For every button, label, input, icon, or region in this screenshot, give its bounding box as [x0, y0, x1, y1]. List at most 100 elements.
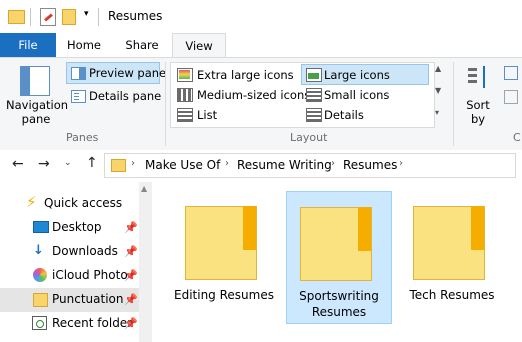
- breadcrumb[interactable]: Resume Writing: [237, 158, 332, 172]
- chevron-right-icon[interactable]: ›: [131, 158, 135, 169]
- layout-label: Details: [324, 108, 364, 122]
- scroll-up-icon[interactable]: ▲: [141, 184, 147, 193]
- icloud-photos-icon: [33, 268, 47, 282]
- recent-locations-icon[interactable]: ⌄: [64, 158, 72, 168]
- large-icons-icon: [306, 68, 322, 82]
- up-icon[interactable]: ↑: [86, 155, 98, 171]
- address-bar[interactable]: › Make Use Of › Resume Writing › Resumes…: [104, 153, 516, 178]
- tab-file[interactable]: File: [0, 33, 56, 57]
- nav-label: Punctuation: [52, 292, 124, 306]
- pin-icon[interactable]: 📌: [124, 221, 138, 234]
- nav-item-downloads[interactable]: ↓ Downloads 📌: [0, 240, 140, 264]
- small-icons-icon: [306, 88, 322, 102]
- folder-icon: [8, 10, 25, 24]
- medium-icons-icon: [177, 88, 193, 102]
- details-pane-button[interactable]: Details pane: [66, 86, 162, 106]
- chevron-right-icon[interactable]: ›: [399, 158, 403, 169]
- chevron-right-icon[interactable]: ›: [225, 158, 229, 169]
- folder-icon: [33, 293, 48, 307]
- tab-view[interactable]: View: [172, 33, 226, 58]
- layout-list[interactable]: List: [173, 105, 299, 124]
- folder-icon: [185, 206, 257, 280]
- pin-icon[interactable]: 📌: [124, 293, 138, 306]
- nav-scrollbar[interactable]: ▲: [139, 182, 152, 342]
- list-icon: [177, 108, 193, 122]
- file-name: Editing Resumes: [174, 288, 274, 302]
- nav-item-icloud-photos[interactable]: iCloud Photo 📌: [0, 264, 140, 288]
- sort-by-button[interactable]: Sort by: [460, 64, 496, 128]
- group-by-icon: [504, 66, 518, 80]
- properties-icon[interactable]: [40, 8, 56, 26]
- navigation-pane-button[interactable]: Navigation pane: [4, 64, 68, 126]
- extra-large-icons-icon: [177, 68, 193, 82]
- divider: [98, 8, 99, 26]
- back-icon[interactable]: ←: [12, 156, 24, 172]
- layout-label: List: [197, 108, 218, 122]
- layout-small-icons[interactable]: Small icons: [301, 85, 427, 104]
- file-name: Sportswriting Resumes: [299, 289, 379, 319]
- folder-icon: [111, 159, 126, 172]
- nav-item-recent-folders[interactable]: Recent folder 📌: [0, 312, 140, 336]
- scroll-down-icon[interactable]: ▼: [435, 86, 441, 95]
- nav-item-quick-access[interactable]: ⚡ Quick access: [0, 192, 140, 216]
- folder-icon: [300, 207, 372, 281]
- view-options-partial[interactable]: [500, 62, 522, 122]
- layout-group-label: Layout: [290, 131, 328, 144]
- title-bar: ▾ Resumes: [0, 0, 522, 33]
- star-icon: ⚡: [26, 193, 37, 211]
- breadcrumb[interactable]: Make Use Of: [145, 158, 220, 172]
- layout-label: Large icons: [324, 68, 390, 82]
- navigation-pane-icon: [20, 66, 50, 96]
- layout-extra-large-icons[interactable]: Extra large icons: [173, 65, 299, 84]
- ribbon: Navigation pane Preview pane Details pan…: [0, 57, 522, 152]
- folder-item[interactable]: Sportswriting Resumes: [286, 191, 392, 324]
- layout-label: Medium-sized icons: [197, 88, 311, 102]
- navigation-pane: ⚡ Quick access Desktop 📌 ↓ Downloads 📌 i…: [0, 182, 152, 342]
- file-name: Tech Resumes: [409, 288, 495, 302]
- breadcrumb[interactable]: Resumes: [343, 158, 397, 172]
- nav-label: Quick access: [44, 196, 123, 210]
- preview-pane-label: Preview pane: [89, 66, 167, 80]
- preview-pane-button[interactable]: Preview pane: [66, 62, 166, 84]
- layout-gallery-scroll[interactable]: ▲ ▼ ▾: [433, 62, 445, 128]
- scroll-up-icon[interactable]: ▲: [435, 64, 441, 73]
- expand-gallery-icon[interactable]: ▾: [435, 108, 439, 117]
- nav-label: Downloads: [52, 244, 118, 258]
- folder-icon: [413, 206, 485, 280]
- folder-item[interactable]: Editing Resumes: [172, 191, 276, 322]
- ribbon-tabs: File Home Share View: [0, 33, 522, 58]
- layout-label: Extra large icons: [197, 68, 294, 82]
- nav-label: Desktop: [52, 220, 102, 234]
- layout-label: Small icons: [324, 88, 390, 102]
- window-title: Resumes: [108, 9, 163, 23]
- sort-icon: [466, 66, 492, 92]
- nav-label: iCloud Photo: [52, 268, 128, 282]
- divider: [30, 8, 31, 26]
- nav-label: Recent folder: [52, 316, 133, 330]
- chevron-right-icon[interactable]: ›: [331, 158, 335, 169]
- file-list: Editing Resumes Sportswriting Resumes Te…: [152, 182, 522, 342]
- details-pane-label: Details pane: [89, 89, 162, 103]
- new-folder-icon[interactable]: [62, 9, 76, 25]
- layout-medium-icons[interactable]: Medium-sized icons: [173, 85, 310, 104]
- tab-share[interactable]: Share: [114, 33, 170, 57]
- download-icon: ↓: [33, 243, 44, 258]
- nav-item-desktop[interactable]: Desktop 📌: [0, 216, 140, 240]
- layout-details[interactable]: Details: [301, 105, 427, 124]
- details-pane-icon: [71, 90, 86, 103]
- layout-gallery: Extra large icons Large icons Medium-siz…: [170, 62, 435, 128]
- folder-item[interactable]: Tech Resumes: [400, 191, 504, 322]
- layout-large-icons[interactable]: Large icons: [301, 64, 429, 85]
- forward-icon[interactable]: →: [38, 156, 50, 172]
- pin-icon[interactable]: 📌: [124, 317, 138, 330]
- panes-group-label: Panes: [66, 131, 99, 144]
- nav-item-punctuation[interactable]: Punctuation 📌: [0, 288, 140, 312]
- details-icon: [306, 108, 322, 122]
- divider: [453, 62, 454, 146]
- pin-icon[interactable]: 📌: [124, 269, 138, 282]
- divider: [165, 62, 166, 146]
- sort-by-label: Sort by: [466, 98, 490, 126]
- tab-home[interactable]: Home: [58, 33, 110, 57]
- customize-quick-access-dropdown-icon[interactable]: ▾: [84, 9, 89, 19]
- pin-icon[interactable]: 📌: [124, 245, 138, 258]
